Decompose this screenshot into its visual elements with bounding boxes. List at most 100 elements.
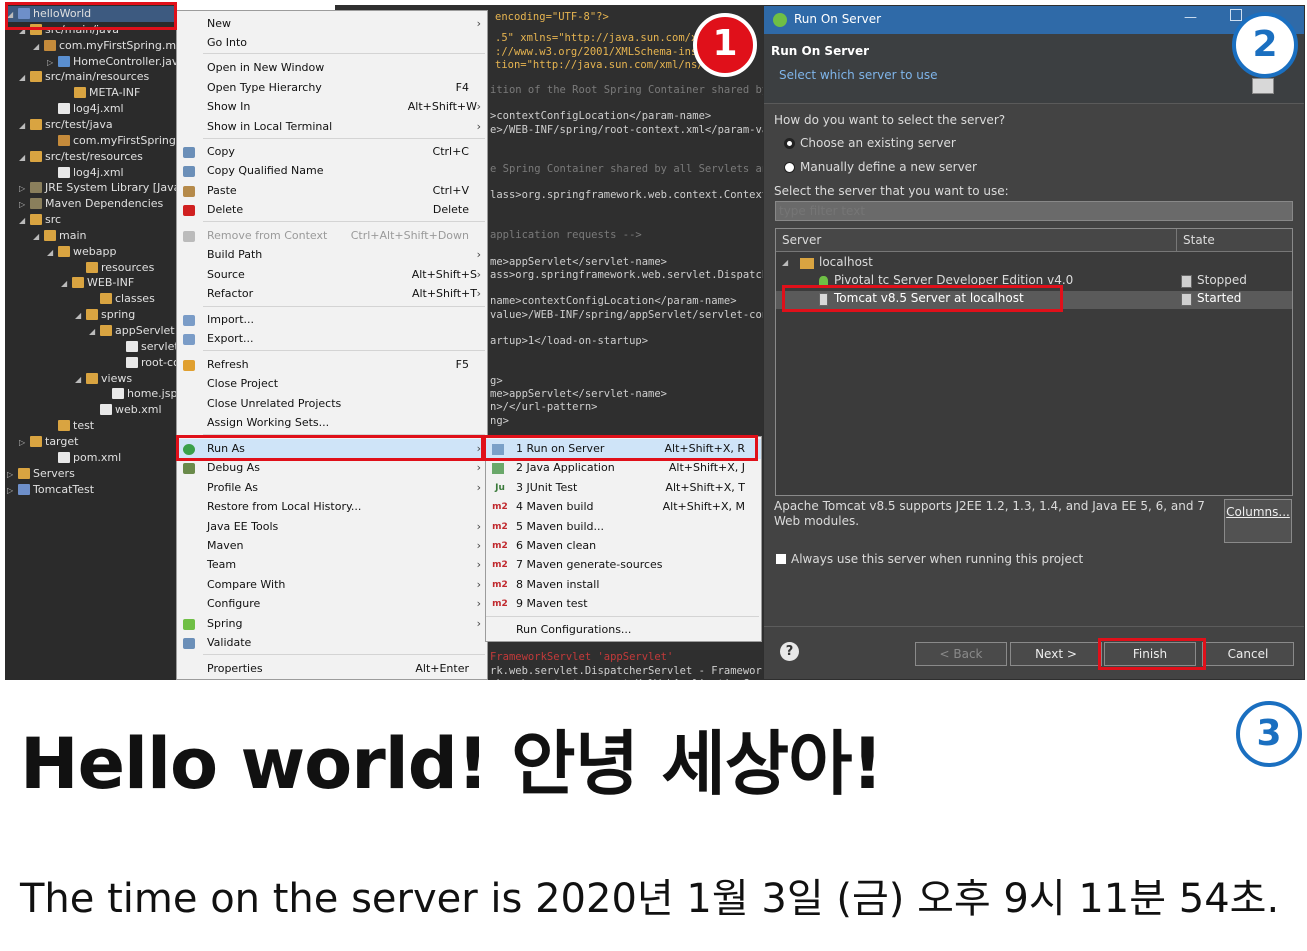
checkbox-icon[interactable] [775, 553, 787, 565]
expand-icon[interactable]: ◢ [75, 372, 83, 388]
menu-item-maven[interactable]: Maven › [177, 536, 487, 556]
server-table[interactable]: Server State ◢ localhost Pivotal tc Serv… [775, 228, 1293, 496]
minimize-icon[interactable]: — [1184, 10, 1197, 25]
expand-icon[interactable]: ◢ [19, 118, 27, 134]
menu-item-open-type-hierarchy[interactable]: Open Type Hierarchy F4 [177, 78, 487, 98]
tree-item[interactable]: ◢ src/main/resources [19, 69, 149, 85]
columns-button[interactable]: Columns... [1224, 499, 1292, 543]
menu-item-import[interactable]: Import... [177, 310, 487, 330]
tree-item[interactable]: ▷ JRE System Library [JavaS [19, 180, 177, 196]
table-row[interactable]: Pivotal tc Server Developer Edition v4.0… [776, 273, 1292, 291]
tree-item[interactable]: resources [75, 260, 154, 276]
tree-item[interactable]: ◢ spring [75, 307, 135, 323]
expand-icon[interactable]: ◢ [7, 7, 15, 23]
expand-icon[interactable]: ◢ [33, 229, 41, 245]
tree-item[interactable]: ▷ Servers [7, 466, 75, 482]
expand-icon[interactable]: ◢ [47, 245, 55, 261]
tree-item[interactable]: pom.xml [47, 450, 121, 466]
menu-item-refresh[interactable]: Refresh F5 [177, 355, 487, 375]
expand-icon[interactable]: ▷ [7, 483, 15, 499]
run-as-item-5[interactable]: m2 5 Maven build... [486, 517, 761, 537]
menu-item-java-ee-tools[interactable]: Java EE Tools › [177, 517, 487, 537]
run-as-item-2[interactable]: 2 Java Application Alt+Shift+X, J [486, 458, 761, 478]
filter-input[interactable] [775, 201, 1293, 221]
menu-item-validate[interactable]: Validate [177, 633, 487, 653]
tree-item[interactable]: ▷ HomeController.jav [47, 54, 177, 70]
cancel-button[interactable]: Cancel [1202, 642, 1294, 666]
menu-item-properties[interactable]: Properties Alt+Enter [177, 659, 487, 679]
expand-icon[interactable]: ◢ [19, 23, 27, 39]
maximize-icon[interactable] [1230, 9, 1242, 21]
finish-button[interactable]: Finish [1104, 642, 1196, 666]
expand-icon[interactable]: ◢ [75, 308, 83, 324]
menu-item-open-in-new-window[interactable]: Open in New Window [177, 58, 487, 78]
tree-item[interactable]: ◢ src/test/java [19, 117, 113, 133]
col-server[interactable]: Server [782, 233, 821, 247]
tree-item[interactable]: test [47, 418, 94, 434]
menu-item-source[interactable]: Source Alt+Shift+S › [177, 265, 487, 285]
menu-item-copy-qualified-name[interactable]: Copy Qualified Name [177, 161, 487, 181]
menu-item-go-into[interactable]: Go Into [177, 33, 487, 53]
expand-icon[interactable]: ▷ [7, 467, 15, 483]
tree-item[interactable]: root-conte [115, 355, 177, 371]
col-state[interactable]: State [1183, 233, 1215, 247]
menu-item-configure[interactable]: Configure › [177, 594, 487, 614]
radio-checked-icon[interactable] [784, 138, 795, 149]
menu-item-assign-working-sets[interactable]: Assign Working Sets... [177, 413, 487, 433]
menu-item-delete[interactable]: Delete Delete [177, 200, 487, 220]
menu-item-new[interactable]: New › [177, 14, 487, 34]
run-as-item-8[interactable]: m2 8 Maven install [486, 575, 761, 595]
tree-item[interactable]: ◢ src/main/java [19, 22, 119, 38]
menu-item-show-in[interactable]: Show In Alt+Shift+W › [177, 97, 487, 117]
expand-icon[interactable]: ◢ [33, 39, 41, 55]
menu-item-refactor[interactable]: Refactor Alt+Shift+T › [177, 284, 487, 304]
tree-item[interactable]: ◢ helloWorld [5, 6, 177, 22]
run-as-item-4[interactable]: m2 4 Maven build Alt+Shift+X, M [486, 497, 761, 517]
tree-item[interactable]: ▷ target [19, 434, 78, 450]
run-as-item-10[interactable]: Run Configurations... [486, 620, 761, 640]
menu-item-show-in-local-terminal[interactable]: Show in Local Terminal › [177, 117, 487, 137]
menu-item-run-as[interactable]: Run As › [177, 439, 487, 459]
expand-icon[interactable]: ◢ [19, 70, 27, 86]
help-icon[interactable]: ? [780, 642, 799, 661]
tree-item[interactable]: classes [89, 291, 155, 307]
expand-icon[interactable]: ◢ [19, 213, 27, 229]
menu-item-restore-from-local-history[interactable]: Restore from Local History... [177, 497, 487, 517]
menu-item-spring[interactable]: Spring › [177, 614, 487, 634]
menu-item-compare-with[interactable]: Compare With › [177, 575, 487, 595]
expand-icon[interactable]: ▷ [19, 197, 27, 213]
tree-item[interactable]: ◢ main [33, 228, 86, 244]
tree-item[interactable]: home.jsp [101, 386, 177, 402]
expand-icon[interactable]: ◢ [782, 258, 788, 267]
menu-item-close-unrelated-projects[interactable]: Close Unrelated Projects [177, 394, 487, 414]
menu-item-build-path[interactable]: Build Path › [177, 245, 487, 265]
tree-item[interactable]: ◢ webapp [47, 244, 116, 260]
expand-icon[interactable]: ◢ [61, 276, 69, 292]
run-as-item-7[interactable]: m2 7 Maven generate-sources [486, 555, 761, 575]
menu-item-close-project[interactable]: Close Project [177, 374, 487, 394]
menu-item-copy[interactable]: Copy Ctrl+C [177, 142, 487, 162]
run-as-item-1[interactable]: 1 Run on Server Alt+Shift+X, R [486, 439, 761, 459]
tree-item[interactable]: ◢ WEB-INF [61, 275, 134, 291]
run-as-item-9[interactable]: m2 9 Maven test [486, 594, 761, 614]
tree-item[interactable]: ◢ src/test/resources [19, 149, 143, 165]
radio-unchecked-icon[interactable] [784, 162, 795, 173]
tree-item[interactable]: web.xml [89, 402, 162, 418]
expand-icon[interactable]: ◢ [19, 150, 27, 166]
expand-icon[interactable]: ▷ [19, 181, 27, 197]
run-as-item-3[interactable]: Ju 3 JUnit Test Alt+Shift+X, T [486, 478, 761, 498]
expand-icon[interactable]: ◢ [89, 324, 97, 340]
tree-item[interactable]: META-INF [63, 85, 140, 101]
next-button[interactable]: Next > [1010, 642, 1102, 666]
tree-item[interactable]: log4j.xml [47, 165, 124, 181]
menu-item-team[interactable]: Team › [177, 555, 487, 575]
menu-item-remove-from-context[interactable]: Remove from Context Ctrl+Alt+Shift+Down [177, 226, 487, 246]
tree-item[interactable]: ◢ src [19, 212, 61, 228]
menu-item-profile-as[interactable]: Profile As › [177, 478, 487, 498]
tree-item[interactable]: ▷ TomcatTest [7, 482, 94, 498]
tree-item[interactable]: servlet- [115, 339, 177, 355]
run-as-item-6[interactable]: m2 6 Maven clean [486, 536, 761, 556]
tree-item[interactable]: com.myFirstSpring.my [47, 133, 177, 149]
tree-item[interactable]: ◢ com.myFirstSpring.my [33, 38, 177, 54]
table-row-selected[interactable]: Tomcat v8.5 Server at localhost Started [776, 291, 1292, 309]
